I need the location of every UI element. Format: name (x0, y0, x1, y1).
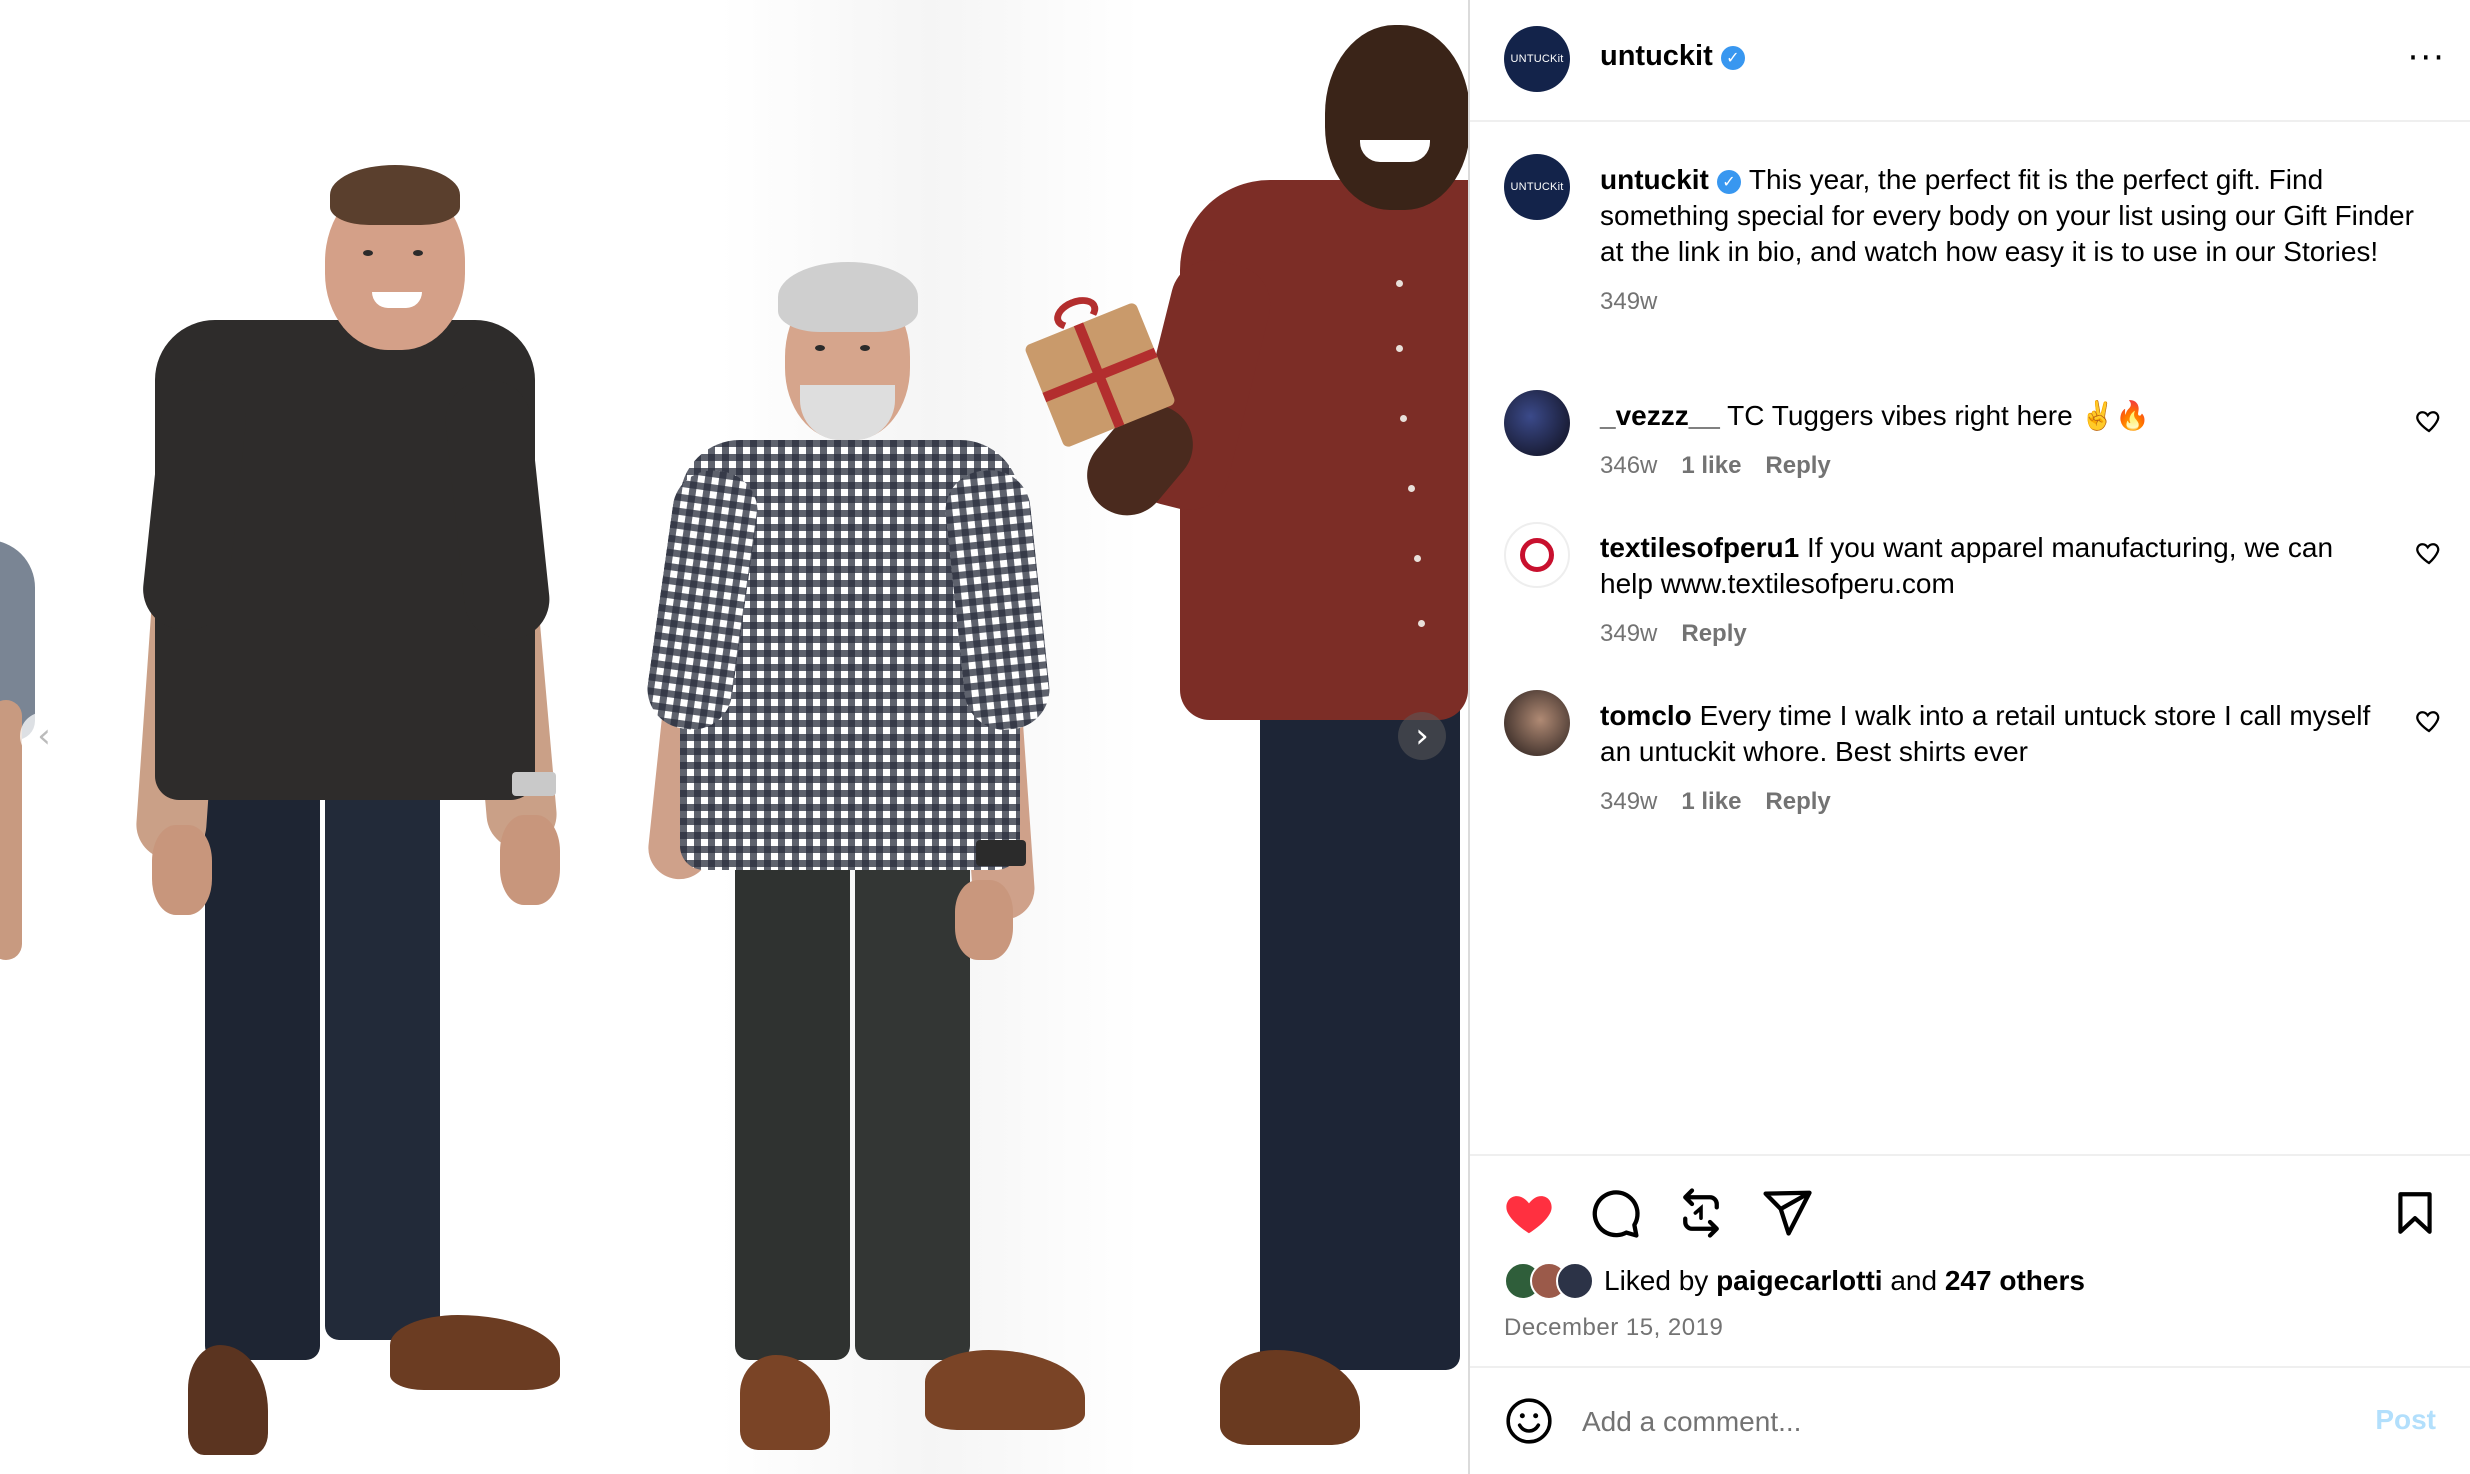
post-author: untuckit ✓ (1600, 40, 1745, 73)
comment-likes-count[interactable]: 1 like (1681, 788, 1741, 815)
avatar-logo-text: UNTUCKit (1510, 53, 1564, 65)
comment-body: Every time I walk into a retail untuck s… (1600, 700, 2371, 767)
comment-like-heart-icon[interactable] (2414, 706, 2444, 736)
comment-like-heart-icon[interactable] (2414, 406, 2444, 436)
reply-button[interactable]: Reply (1765, 452, 1830, 479)
heart-filled-icon[interactable] (1502, 1186, 1556, 1240)
comment-timestamp[interactable]: 349w (1600, 620, 1657, 647)
post-actions: Liked by paigecarlotti and 247 others De… (1470, 1154, 2470, 1364)
comment-icon[interactable] (1588, 1186, 1642, 1240)
verified-badge-icon: ✓ (1720, 46, 1745, 70)
caption-row: UNTUCKit untuckit ✓ This year, the perfect… (1504, 154, 2444, 334)
caption-text: untuckit ✓ This year, the perfect fit is t… (1600, 162, 2420, 270)
liked-by-and: and (1890, 1265, 1938, 1296)
comment-meta: 346w 1 like Reply (1600, 448, 2380, 484)
comments-list: UNTUCKit untuckit ✓ This year, the perfect… (1470, 122, 2470, 1152)
caption-username[interactable]: untuckit (1600, 164, 1709, 195)
chevron-right-icon: › (1415, 716, 1429, 756)
comment-input[interactable] (1582, 1402, 2342, 1442)
avatar[interactable]: UNTUCKit (1504, 26, 1570, 92)
liked-by-summary: Liked by paigecarlotti and 247 others (1504, 1262, 2085, 1300)
verified-badge-icon: ✓ (1716, 170, 1741, 194)
comment-timestamp[interactable]: 349w (1600, 788, 1657, 815)
comment-likes-count[interactable]: 1 like (1681, 452, 1741, 479)
caption-meta: 349w (1600, 284, 2420, 320)
post-details-panel: UNTUCKit untuckit ✓ ··· UNTUCKit untuckit… (1468, 0, 2470, 1474)
post-comment-button[interactable]: Post (2375, 1404, 2436, 1436)
liker-avatar[interactable] (1556, 1262, 1594, 1300)
liked-by-prefix: Liked by (1604, 1265, 1709, 1296)
comment-username[interactable]: _vezzz__ (1600, 400, 1720, 431)
comment-meta: 349w Reply (1600, 616, 2380, 652)
carousel-next-button[interactable]: › (1398, 712, 1446, 760)
author-username[interactable]: untuckit (1600, 40, 1713, 72)
commenter-avatar[interactable] (1504, 690, 1570, 756)
reply-button[interactable]: Reply (1681, 620, 1746, 647)
chevron-left-icon: ‹ (37, 716, 51, 756)
comment-item: textilesofperu1 If you want apparel manu… (1504, 522, 2444, 672)
caption-avatar[interactable]: UNTUCKit (1504, 154, 1570, 220)
commenter-avatar[interactable] (1504, 522, 1570, 588)
comment-text: textilesofperu1 If you want apparel manu… (1600, 530, 2380, 602)
caption-timestamp[interactable]: 349w (1600, 288, 1657, 315)
reply-button[interactable]: Reply (1765, 788, 1830, 815)
repost-icon[interactable] (1674, 1186, 1728, 1240)
comment-text: _vezzz__ TC Tuggers vibes right here ✌️🔥 (1600, 398, 2380, 434)
emoji-icon[interactable] (1504, 1396, 1554, 1446)
bookmark-icon[interactable] (2390, 1186, 2440, 1240)
send-icon[interactable] (1760, 1186, 1814, 1240)
comment-text: tomclo Every time I walk into a retail u… (1600, 698, 2380, 770)
liked-by-user-link[interactable]: paigecarlotti (1716, 1265, 1882, 1296)
comment-item: _vezzz__ TC Tuggers vibes right here ✌️🔥… (1504, 390, 2444, 510)
post-media[interactable]: ‹ › (0, 0, 1468, 1474)
carousel-prev-button[interactable]: ‹ (20, 712, 68, 760)
comment-username[interactable]: textilesofperu1 (1600, 532, 1799, 563)
post-date[interactable]: December 15, 2019 (1504, 1314, 1723, 1342)
comment-timestamp[interactable]: 346w (1600, 452, 1657, 479)
comment-item: tomclo Every time I walk into a retail u… (1504, 690, 2444, 840)
add-comment-bar: Post (1470, 1366, 2470, 1474)
commenter-avatar[interactable] (1504, 390, 1570, 456)
comment-meta: 349w 1 like Reply (1600, 784, 2380, 820)
comment-username[interactable]: tomclo (1600, 700, 1692, 731)
comment-body: TC Tuggers vibes right here ✌️🔥 (1727, 400, 2151, 431)
liked-by-text: Liked by paigecarlotti and 247 others (1604, 1265, 2085, 1297)
avatar-logo-text: UNTUCKit (1510, 181, 1564, 193)
post-header: UNTUCKit untuckit ✓ ··· (1470, 0, 2470, 122)
comment-like-heart-icon[interactable] (2414, 538, 2444, 568)
more-options-icon[interactable]: ··· (2408, 38, 2446, 78)
likes-count-link[interactable]: 247 others (1945, 1265, 2085, 1296)
